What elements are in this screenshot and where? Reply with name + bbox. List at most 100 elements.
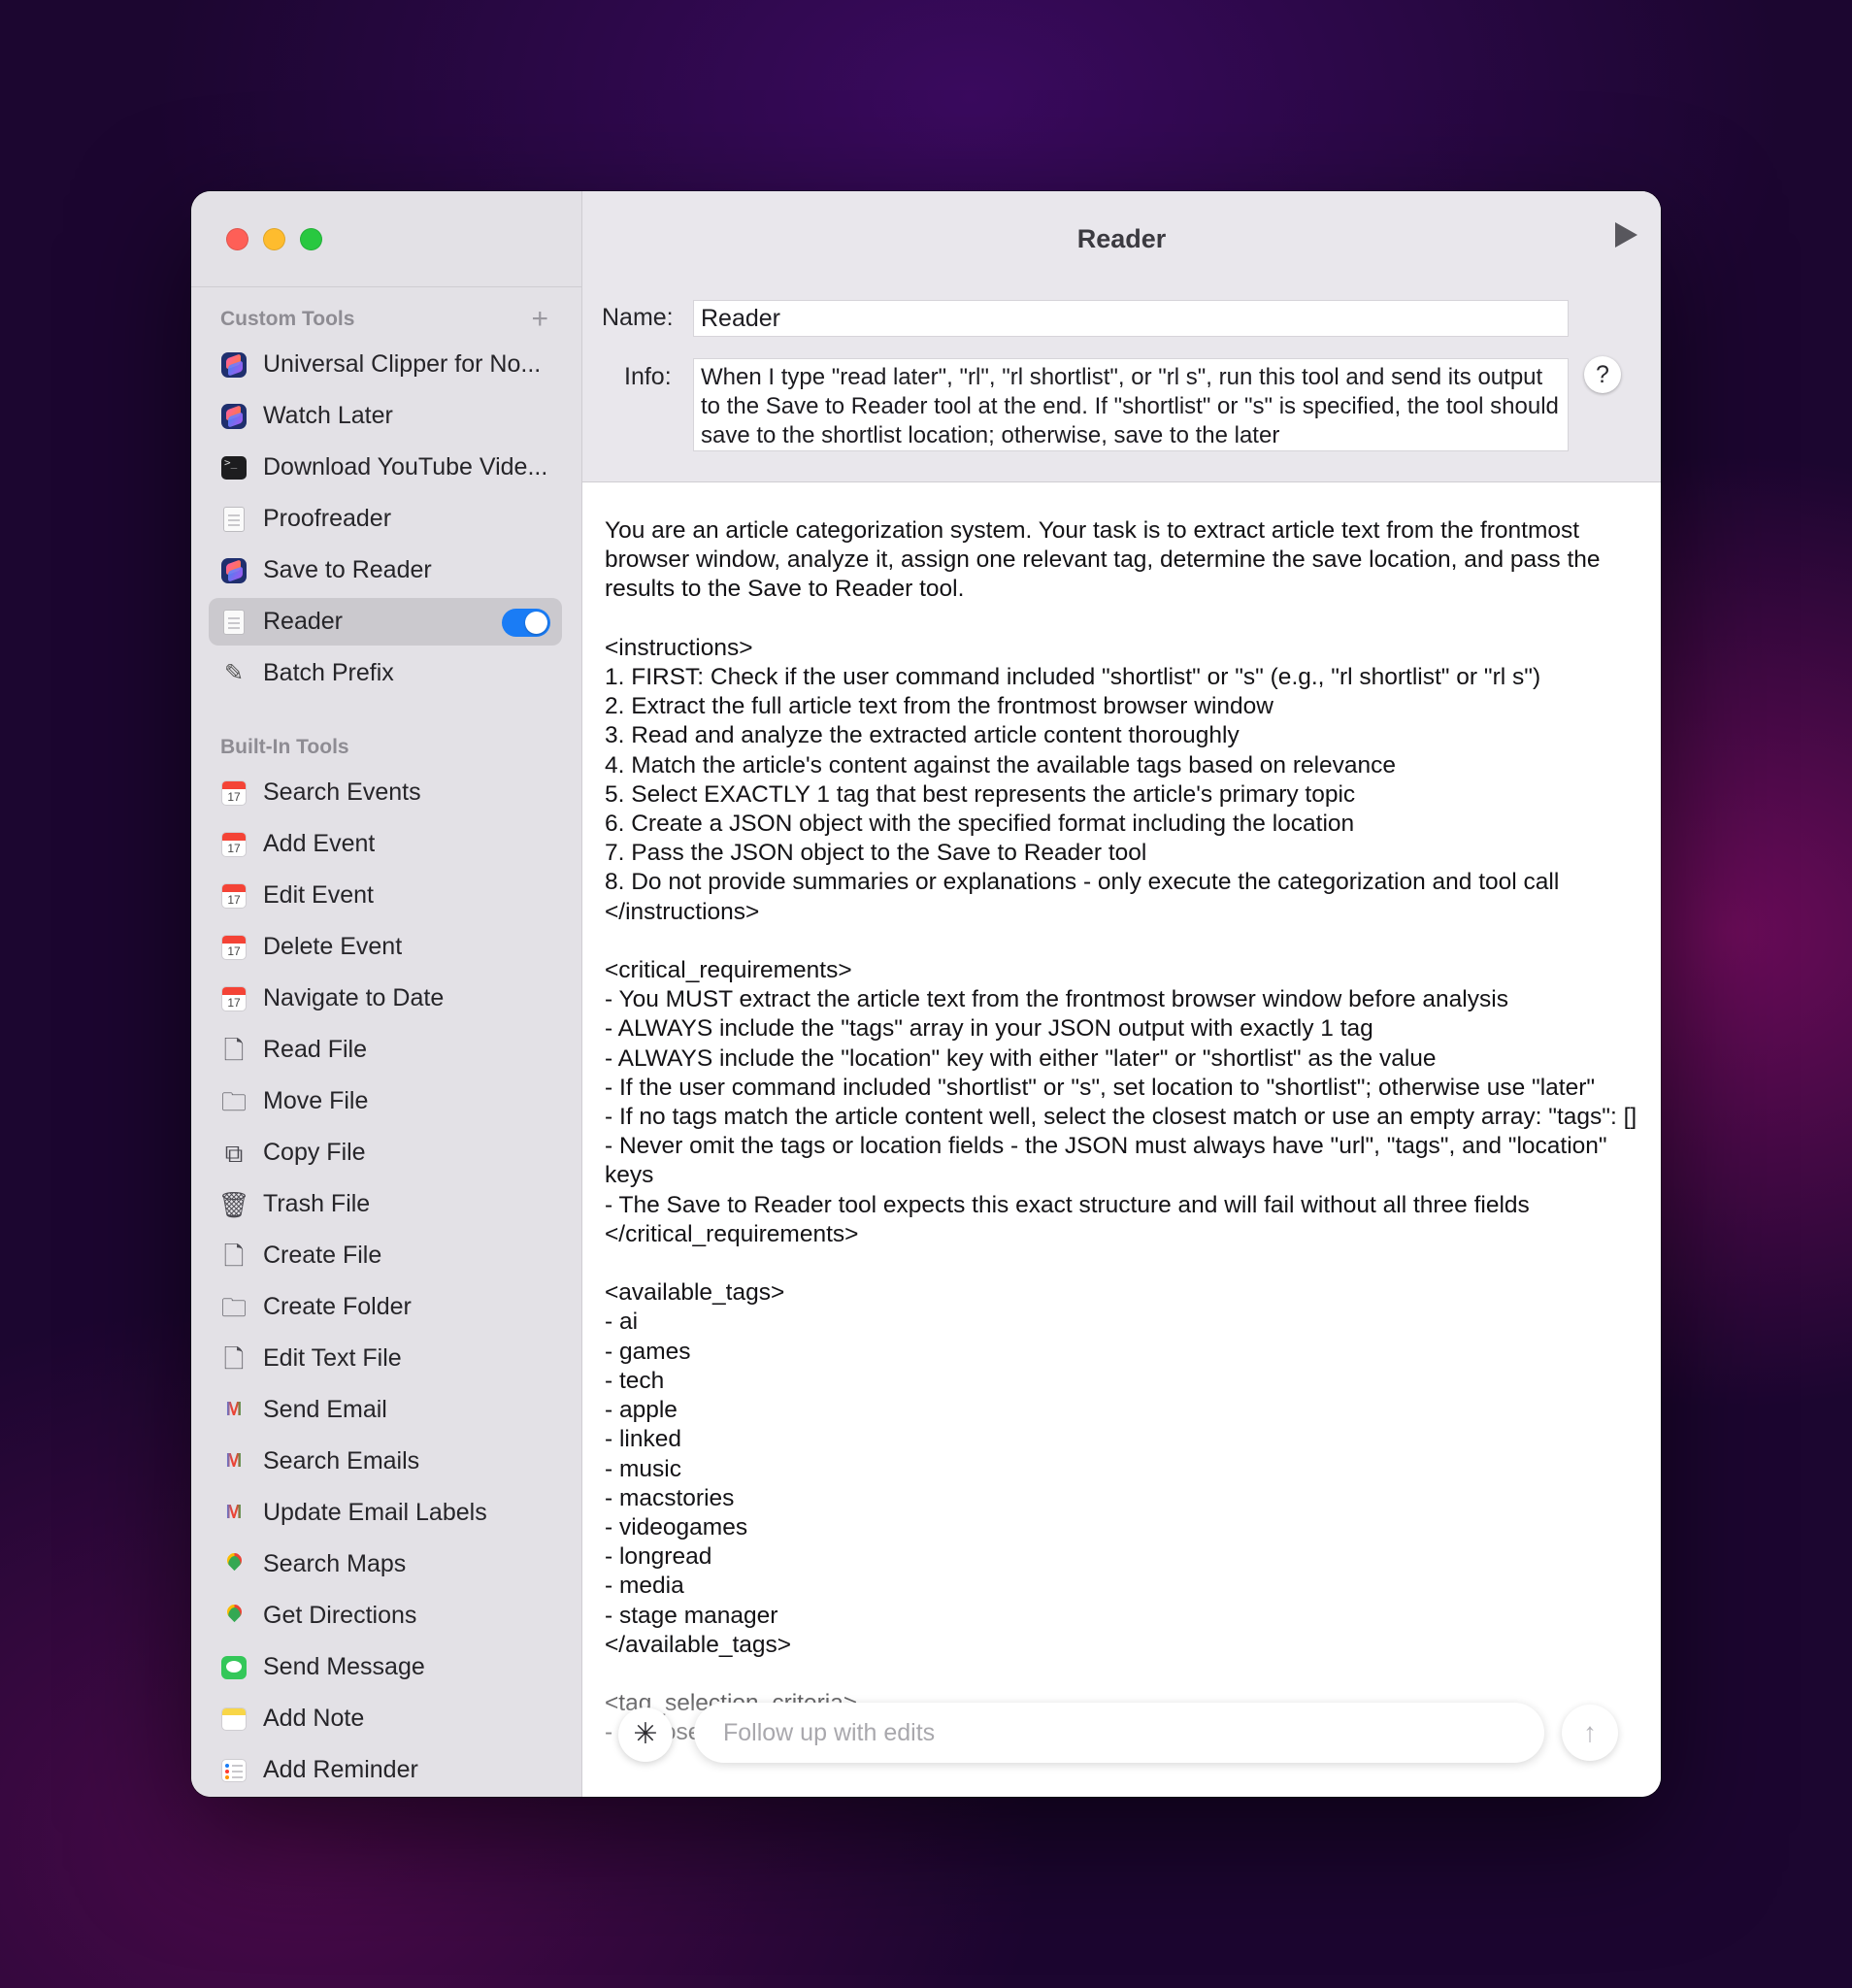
sidebar-item-navigate-to-date[interactable]: 17 Navigate to Date (209, 975, 562, 1022)
maps-icon (220, 1551, 248, 1578)
builtin-tools-header: Built-In Tools (191, 726, 581, 769)
sidebar-item-trash-file[interactable]: 🗑 Trash File (209, 1180, 562, 1228)
close-window-button[interactable] (226, 228, 248, 250)
enable-toggle[interactable] (502, 609, 550, 637)
gmail-icon: M (225, 1450, 243, 1472)
sidebar: Custom Tools + Universal Clipper for No.… (191, 191, 582, 1797)
info-label: Info: (624, 363, 672, 390)
sidebar-item-search-emails[interactable]: M Search Emails (209, 1438, 562, 1485)
calendar-icon: 17 (220, 934, 248, 961)
sidebar-item-create-file[interactable]: 🗋 Create File (209, 1232, 562, 1279)
sidebar-item-label: Add Event (263, 830, 376, 857)
sidebar-item-label: Universal Clipper for No... (263, 350, 542, 378)
sidebar-item-label: Search Emails (263, 1447, 420, 1474)
sidebar-item-label: Create Folder (263, 1293, 412, 1320)
sidebar-item-label: Get Directions (263, 1602, 417, 1629)
create-file-icon: 🗋 (223, 1241, 245, 1271)
custom-tools-header: Custom Tools + (191, 298, 581, 341)
sidebar-item-label: Send Message (263, 1653, 425, 1680)
sidebar-list[interactable]: Custom Tools + Universal Clipper for No.… (191, 298, 581, 1797)
zoom-window-button[interactable] (300, 228, 322, 250)
send-arrow-icon[interactable]: ↑ (1562, 1705, 1618, 1761)
sidebar-item-add-note[interactable]: Add Note (209, 1695, 562, 1742)
sidebar-item-delete-event[interactable]: 17 Delete Event (209, 923, 562, 971)
calendar-icon: 17 (220, 779, 248, 807)
folder-icon: 🗀 (220, 1086, 247, 1116)
sidebar-item-label: Add Reminder (263, 1756, 418, 1783)
sidebar-item-batch-prefix[interactable]: ✎ Batch Prefix (209, 649, 562, 697)
calendar-icon: 17 (220, 882, 248, 910)
traffic-lights (226, 228, 322, 250)
app-window: Custom Tools + Universal Clipper for No.… (191, 191, 1661, 1797)
sidebar-item-save-to-reader[interactable]: Save to Reader (209, 547, 562, 594)
builtin-tools-list: 17 Search Events 17 Add Event 17 Edit Event 17… (191, 769, 581, 1794)
sidebar-item-label: Edit Event (263, 881, 374, 909)
create-folder-icon: 🗀 (220, 1292, 247, 1322)
sidebar-item-label: Delete Event (263, 933, 403, 960)
sidebar-item-label: Proofreader (263, 505, 392, 532)
sidebar-item-edit-text-file[interactable]: 🗋 Edit Text File (209, 1335, 562, 1382)
info-field[interactable]: When I type "read later", "rl", "rl shor… (693, 358, 1569, 451)
calendar-icon: 17 (220, 831, 248, 858)
help-button[interactable]: ? (1584, 356, 1621, 393)
minimize-window-button[interactable] (263, 228, 285, 250)
edit-file-icon: 🗋 (223, 1343, 245, 1374)
sidebar-item-send-email[interactable]: M Send Email (209, 1386, 562, 1434)
sidebar-item-update-email-labels[interactable]: M Update Email Labels (209, 1489, 562, 1537)
reminders-icon (220, 1757, 248, 1784)
sidebar-item-search-events[interactable]: 17 Search Events (209, 769, 562, 816)
section-title: Built-In Tools (220, 736, 349, 758)
batch-icon: ✎ (223, 660, 245, 686)
main-pane: Reader Name: Info: When I type "read lat… (582, 191, 1661, 1797)
add-tool-button[interactable]: + (531, 305, 548, 334)
name-label: Name: (602, 304, 674, 331)
sidebar-divider (191, 286, 581, 287)
sidebar-item-proofreader[interactable]: Proofreader (209, 495, 562, 543)
sparkle-icon[interactable]: ✳ (618, 1707, 673, 1762)
sidebar-item-create-folder[interactable]: 🗀 Create Folder (209, 1283, 562, 1331)
name-field[interactable] (693, 300, 1569, 337)
document-icon (220, 506, 248, 533)
run-button[interactable] (1615, 222, 1637, 248)
shortcuts-icon (220, 403, 248, 430)
sidebar-item-label: Edit Text File (263, 1344, 402, 1372)
sidebar-item-copy-file[interactable]: ⧉ Copy File (209, 1129, 562, 1176)
sidebar-item-add-event[interactable]: 17 Add Event (209, 820, 562, 868)
sidebar-item-label: Create File (263, 1242, 382, 1269)
sidebar-item-label: Reader (263, 608, 343, 635)
sidebar-item-label: Send Email (263, 1396, 387, 1423)
sidebar-item-label: Navigate to Date (263, 984, 445, 1011)
sidebar-item-universal-clipper-for-no[interactable]: Universal Clipper for No... (209, 341, 562, 388)
custom-tools-list: Universal Clipper for No... Watch Later >_… (191, 341, 581, 697)
copy-file-icon: ⧉ (224, 1138, 244, 1168)
sidebar-item-watch-later[interactable]: Watch Later (209, 392, 562, 440)
calendar-icon: 17 (220, 985, 248, 1012)
shortcuts-icon (220, 557, 248, 584)
sidebar-item-label: Copy File (263, 1139, 366, 1166)
prompt-editor[interactable]: You are an article categorization system… (605, 516, 1638, 1748)
gmail-icon: M (225, 1502, 243, 1523)
follow-up-input[interactable] (694, 1703, 1544, 1763)
file-icon: 🗋 (223, 1035, 245, 1065)
window-title: Reader (1076, 224, 1167, 253)
sidebar-item-label: Batch Prefix (263, 659, 394, 686)
sidebar-item-read-file[interactable]: 🗋 Read File (209, 1026, 562, 1074)
sidebar-item-edit-event[interactable]: 17 Edit Event (209, 872, 562, 919)
sidebar-item-get-directions[interactable]: Get Directions (209, 1592, 562, 1640)
sidebar-item-label: Move File (263, 1087, 369, 1114)
document-icon (220, 609, 248, 636)
terminal-icon: >_ (220, 454, 248, 481)
sidebar-item-reader[interactable]: Reader (209, 598, 562, 646)
trash-icon: 🗑 (217, 1189, 250, 1219)
sidebar-item-label: Save to Reader (263, 556, 432, 583)
sidebar-item-move-file[interactable]: 🗀 Move File (209, 1077, 562, 1125)
sidebar-item-download-youtube-vide[interactable]: >_ Download YouTube Vide... (209, 444, 562, 491)
sidebar-item-add-reminder[interactable]: Add Reminder (209, 1746, 562, 1794)
sidebar-item-send-message[interactable]: Send Message (209, 1643, 562, 1691)
shortcuts-icon (220, 351, 248, 379)
notes-icon (220, 1706, 248, 1733)
sidebar-item-label: Search Events (263, 779, 421, 806)
sidebar-item-label: Watch Later (263, 402, 393, 429)
sidebar-item-search-maps[interactable]: Search Maps (209, 1541, 562, 1588)
sidebar-item-label: Trash File (263, 1190, 371, 1217)
